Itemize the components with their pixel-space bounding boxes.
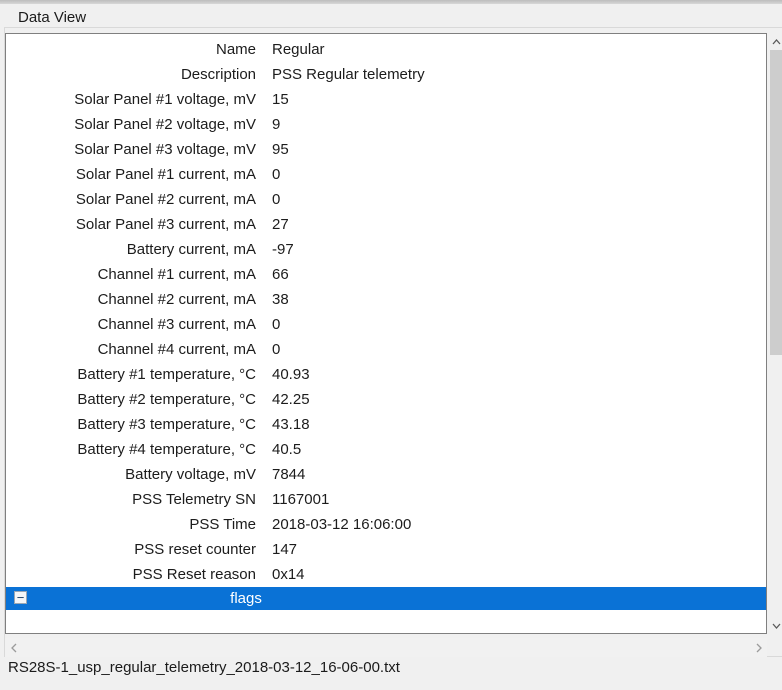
row-value: 66: [272, 266, 289, 283]
row-label: Solar Panel #1 current, mA: [6, 166, 256, 183]
row-value: 15: [272, 91, 289, 108]
row-value: 0: [272, 166, 280, 183]
row-value: 147: [272, 541, 297, 558]
table-row[interactable]: Solar Panel #2 current, mA 0: [6, 187, 766, 212]
table-row[interactable]: Channel #2 current, mA 38: [6, 287, 766, 312]
table-row[interactable]: Solar Panel #3 current, mA 27: [6, 212, 766, 237]
table-row[interactable]: Battery #4 temperature, °C 40.5: [6, 437, 766, 462]
chevron-down-icon: [772, 623, 781, 629]
vertical-scrollbar[interactable]: [770, 33, 782, 634]
table-row[interactable]: Name Regular: [6, 37, 766, 62]
chevron-left-icon: [11, 643, 17, 653]
groupbox-title: Data View: [14, 9, 90, 26]
row-label: PSS Time: [6, 516, 256, 533]
row-label: Battery current, mA: [6, 241, 256, 258]
row-value: 2018-03-12 16:06:00: [272, 516, 411, 533]
table-row[interactable]: Battery #2 temperature, °C 42.25: [6, 387, 766, 412]
row-label: Channel #3 current, mA: [6, 316, 256, 333]
row-label: Solar Panel #2 voltage, mV: [6, 116, 256, 133]
row-value: 43.18: [272, 416, 310, 433]
table-row[interactable]: Channel #4 current, mA 0: [6, 337, 766, 362]
table-row[interactable]: PSS Time 2018-03-12 16:06:00: [6, 512, 766, 537]
table-row[interactable]: Battery #1 temperature, °C 40.93: [6, 362, 766, 387]
table-row[interactable]: Battery voltage, mV 7844: [6, 462, 766, 487]
table-row[interactable]: Battery current, mA -97: [6, 237, 766, 262]
row-value: Regular: [272, 41, 325, 58]
row-value: 1167001: [272, 491, 329, 508]
table-row[interactable]: PSS Reset reason 0x14: [6, 562, 766, 587]
row-value: PSS Regular telemetry: [272, 66, 425, 83]
chevron-right-icon: [756, 643, 762, 653]
row-label: Channel #1 current, mA: [6, 266, 256, 283]
row-value: -97: [272, 241, 294, 258]
chevron-up-icon: [772, 39, 781, 45]
flags-group-label: flags: [6, 587, 486, 610]
vertical-scrollbar-thumb[interactable]: [770, 50, 782, 355]
row-label: Battery #2 temperature, °C: [6, 391, 256, 408]
row-value: 9: [272, 116, 280, 133]
row-value: 0: [272, 316, 280, 333]
scroll-left-button[interactable]: [5, 638, 22, 657]
row-label: Battery voltage, mV: [6, 466, 256, 483]
row-label: Description: [6, 66, 256, 83]
table-row[interactable]: Battery #3 temperature, °C 43.18: [6, 412, 766, 437]
row-value: 38: [272, 291, 289, 308]
table-row[interactable]: PSS reset counter 147: [6, 537, 766, 562]
row-value: 0: [272, 341, 280, 358]
row-label: Solar Panel #2 current, mA: [6, 191, 256, 208]
row-label: Solar Panel #1 voltage, mV: [6, 91, 256, 108]
row-value: 40.93: [272, 366, 310, 383]
telemetry-table[interactable]: Name Regular Description PSS Regular teleme…: [5, 33, 767, 634]
row-value: 42.25: [272, 391, 310, 408]
scroll-down-button[interactable]: [770, 617, 782, 634]
row-value: 0x14: [272, 566, 305, 583]
row-label: PSS Reset reason: [6, 566, 256, 583]
table-row[interactable]: Channel #3 current, mA 0: [6, 312, 766, 337]
flags-group-row[interactable]: − flags: [6, 587, 766, 610]
table-row[interactable]: Solar Panel #3 voltage, mV 95: [6, 137, 766, 162]
row-value: 7844: [272, 466, 305, 483]
row-label: Battery #4 temperature, °C: [6, 441, 256, 458]
row-value: 95: [272, 141, 289, 158]
table-row[interactable]: Solar Panel #1 voltage, mV 15: [6, 87, 766, 112]
data-view-panel: Data View Name Regular Description PSS Regu…: [0, 0, 782, 690]
table-row[interactable]: Channel #1 current, mA 66: [6, 262, 766, 287]
table-row[interactable]: Solar Panel #2 voltage, mV 9: [6, 112, 766, 137]
table-row[interactable]: Description PSS Regular telemetry: [6, 62, 766, 87]
table-row[interactable]: Solar Panel #1 current, mA 0: [6, 162, 766, 187]
row-label: PSS reset counter: [6, 541, 256, 558]
data-rows: Name Regular Description PSS Regular teleme…: [6, 34, 766, 587]
row-label: Channel #2 current, mA: [6, 291, 256, 308]
scroll-up-button[interactable]: [770, 33, 782, 50]
row-label: Battery #1 temperature, °C: [6, 366, 256, 383]
row-value: 27: [272, 216, 289, 233]
row-label: Solar Panel #3 voltage, mV: [6, 141, 256, 158]
row-label: Channel #4 current, mA: [6, 341, 256, 358]
window-edge-strip: [0, 0, 782, 4]
row-label: Battery #3 temperature, °C: [6, 416, 256, 433]
row-value: 40.5: [272, 441, 301, 458]
row-label: Solar Panel #3 current, mA: [6, 216, 256, 233]
scroll-right-button[interactable]: [750, 638, 767, 657]
status-filename: RS28S-1_usp_regular_telemetry_2018-03-12…: [8, 659, 400, 676]
table-row[interactable]: PSS Telemetry SN 1167001: [6, 487, 766, 512]
row-value: 0: [272, 191, 280, 208]
row-label: PSS Telemetry SN: [6, 491, 256, 508]
row-label: Name: [6, 41, 256, 58]
vertical-scrollbar-track[interactable]: [770, 50, 782, 617]
horizontal-scrollbar[interactable]: [5, 638, 767, 657]
